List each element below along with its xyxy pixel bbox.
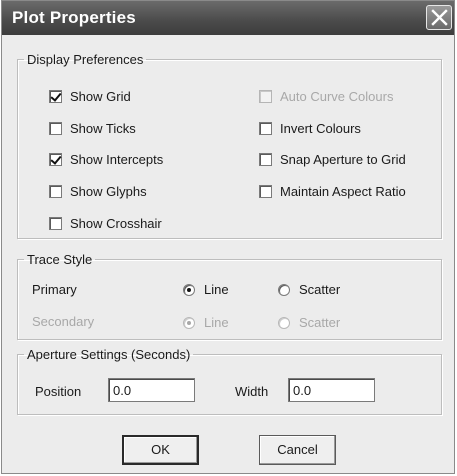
show-grid-check[interactable] (49, 90, 62, 103)
show-glyphs-label: Show Glyphs (70, 184, 147, 199)
primary-label: Primary (32, 282, 77, 297)
show-intercepts-checkbox[interactable]: Show Intercepts (49, 152, 163, 167)
show-glyphs-check[interactable] (49, 185, 62, 198)
secondary-line-label: Line (204, 315, 229, 330)
primary-scatter-radio[interactable]: Scatter (278, 282, 340, 297)
secondary-line-dot (183, 316, 195, 329)
auto-curve-colours-check (259, 90, 272, 103)
snap-aperture-label: Snap Aperture to Grid (280, 152, 406, 167)
show-intercepts-check[interactable] (49, 153, 62, 166)
secondary-line-radio: Line (183, 315, 229, 330)
maintain-aspect-checkbox[interactable]: Maintain Aspect Ratio (259, 184, 406, 199)
plot-properties-dialog: Plot Properties Display Preferences Show… (1, 0, 455, 474)
show-grid-checkbox[interactable]: Show Grid (49, 89, 131, 104)
width-label: Width (235, 384, 269, 399)
show-ticks-label: Show Ticks (70, 121, 136, 136)
primary-scatter-dot[interactable] (278, 283, 290, 296)
show-intercepts-label: Show Intercepts (70, 152, 164, 167)
show-crosshair-check[interactable] (49, 217, 62, 230)
auto-curve-colours-checkbox: Auto Curve Colours (259, 89, 393, 104)
display-preferences-legend: Display Preferences (27, 52, 144, 67)
position-label: Position (35, 384, 82, 399)
primary-line-radio[interactable]: Line (183, 282, 229, 297)
width-input[interactable]: 0.0 (288, 378, 375, 402)
secondary-scatter-dot (278, 316, 290, 329)
primary-scatter-label: Scatter (299, 282, 341, 297)
show-grid-label: Show Grid (70, 89, 131, 104)
invert-colours-checkbox[interactable]: Invert Colours (259, 121, 361, 136)
show-ticks-checkbox[interactable]: Show Ticks (49, 121, 136, 136)
secondary-scatter-label: Scatter (299, 315, 341, 330)
close-button[interactable] (426, 5, 452, 30)
primary-line-dot[interactable] (183, 283, 195, 296)
aperture-settings-group: Aperture Settings (Seconds) (17, 347, 442, 415)
secondary-scatter-radio: Scatter (278, 315, 340, 330)
cancel-button[interactable]: Cancel (259, 435, 336, 465)
maintain-aspect-check[interactable] (259, 185, 272, 198)
display-preferences-group: Display Preferences (17, 52, 442, 239)
title-bar[interactable]: Plot Properties (2, 1, 454, 35)
auto-curve-colours-label: Auto Curve Colours (280, 89, 394, 104)
position-input[interactable]: 0.0 (108, 378, 195, 402)
aperture-settings-legend: Aperture Settings (Seconds) (27, 347, 191, 362)
snap-aperture-checkbox[interactable]: Snap Aperture to Grid (259, 152, 406, 167)
trace-style-legend: Trace Style (27, 252, 93, 267)
ok-button[interactable]: OK (122, 435, 199, 465)
invert-colours-check[interactable] (259, 122, 272, 135)
secondary-label: Secondary (32, 314, 95, 329)
show-crosshair-checkbox[interactable]: Show Crosshair (49, 216, 162, 231)
dialog-title: Plot Properties (12, 8, 136, 27)
snap-aperture-check[interactable] (259, 153, 272, 166)
show-ticks-check[interactable] (49, 122, 62, 135)
invert-colours-label: Invert Colours (280, 121, 361, 136)
show-glyphs-checkbox[interactable]: Show Glyphs (49, 184, 147, 199)
show-crosshair-label: Show Crosshair (70, 216, 162, 231)
primary-line-label: Line (204, 282, 229, 297)
close-icon (431, 9, 448, 26)
maintain-aspect-label: Maintain Aspect Ratio (280, 184, 406, 199)
